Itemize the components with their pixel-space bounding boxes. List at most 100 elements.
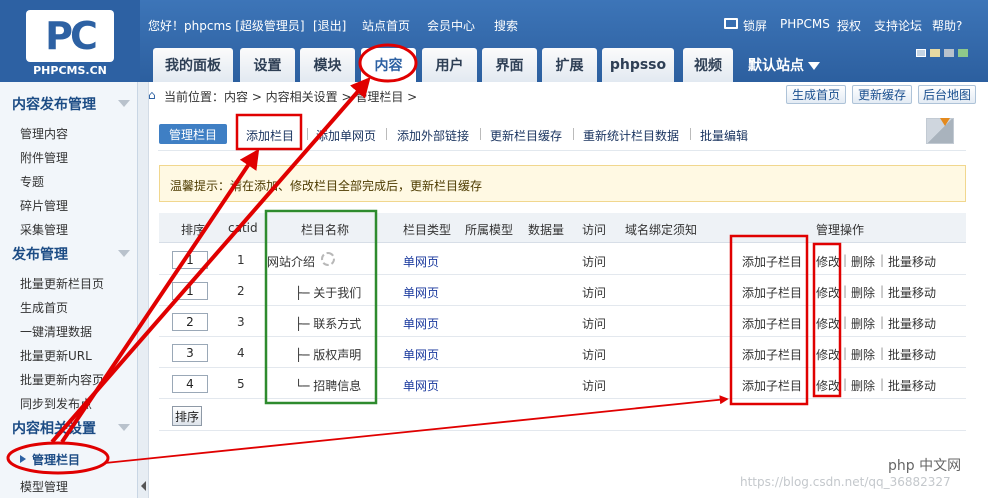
sidebar-collapse-bar[interactable]: [138, 82, 149, 498]
theme-swatch-gray[interactable]: [944, 49, 954, 57]
sidebar-item-model-manage[interactable]: 模型管理: [20, 478, 68, 495]
sidebar-item-sync-publish[interactable]: 同步到发布点: [20, 395, 92, 412]
visit-link[interactable]: 访问: [582, 346, 606, 363]
sort-input[interactable]: 4: [172, 375, 208, 393]
member-center-link[interactable]: 会员中心: [427, 17, 475, 34]
chevron-down-icon[interactable]: [118, 100, 130, 107]
edit-link[interactable]: 修改: [816, 284, 840, 301]
theme-swatch-green[interactable]: [958, 49, 968, 57]
site-selector[interactable]: 默认站点: [748, 55, 820, 75]
col-header-count: 数据量: [528, 223, 565, 237]
visit-link[interactable]: 访问: [582, 315, 606, 332]
sort-input[interactable]: 1: [172, 251, 208, 269]
sidebar-item-batch-update-content[interactable]: 批量更新内容页: [20, 371, 104, 388]
generate-home-button[interactable]: 生成首页: [786, 85, 846, 104]
sidebar-item-manage-content[interactable]: 管理内容: [20, 125, 68, 142]
tab-modules[interactable]: 模块: [300, 48, 355, 82]
chevron-down-icon[interactable]: [118, 250, 130, 257]
delete-link[interactable]: 删除: [851, 253, 875, 270]
delete-link[interactable]: 删除: [851, 284, 875, 301]
subnav-update-category-cache[interactable]: 更新栏目缓存: [490, 127, 562, 144]
subnav-manage-category[interactable]: 管理栏目: [159, 124, 227, 144]
sidebar-item-fragments[interactable]: 碎片管理: [20, 197, 68, 214]
sidebar-item-manage-category[interactable]: 管理栏目: [32, 451, 80, 468]
edit-link[interactable]: 修改: [816, 346, 840, 363]
sort-input[interactable]: 2: [172, 313, 208, 331]
batch-move-link[interactable]: 批量移动: [888, 284, 936, 301]
monitor-icon[interactable]: [724, 18, 738, 29]
sort-button[interactable]: 排序: [172, 406, 202, 426]
category-type-link[interactable]: 单网页: [403, 346, 439, 363]
sort-input[interactable]: 1: [172, 282, 208, 300]
category-type-link[interactable]: 单网页: [403, 284, 439, 301]
batch-move-link[interactable]: 批量移动: [888, 315, 936, 332]
batch-move-link[interactable]: 批量移动: [888, 377, 936, 394]
edit-link[interactable]: 修改: [816, 253, 840, 270]
sidebar-item-attachments[interactable]: 附件管理: [20, 149, 68, 166]
add-child-link[interactable]: 添加子栏目: [742, 253, 802, 270]
sidebar-item-generate-home[interactable]: 生成首页: [20, 299, 68, 316]
add-child-link[interactable]: 添加子栏目: [742, 315, 802, 332]
gear-icon[interactable]: [321, 252, 335, 266]
category-type-link[interactable]: 单网页: [403, 377, 439, 394]
subnav-add-single-page[interactable]: 添加单网页: [316, 127, 376, 144]
sidebar-item-batch-update-category[interactable]: 批量更新栏目页: [20, 275, 104, 292]
help-link[interactable]: 帮助?: [932, 17, 962, 34]
notice-box: 温馨提示：请在添加、修改栏目全部完成后，更新栏目缓存: [159, 165, 966, 202]
home-icon[interactable]: ⌂: [148, 89, 160, 101]
subnav-add-category[interactable]: 添加栏目: [246, 127, 294, 144]
delete-link[interactable]: 删除: [851, 346, 875, 363]
tab-video[interactable]: 视频: [683, 48, 733, 82]
tab-my-panel[interactable]: 我的面板: [153, 48, 233, 82]
update-cache-button[interactable]: 更新缓存: [852, 85, 912, 104]
subnav-recount-category-data[interactable]: 重新统计栏目数据: [583, 127, 679, 144]
tab-extensions[interactable]: 扩展: [542, 48, 597, 82]
site-home-link[interactable]: 站点首页: [362, 17, 410, 34]
divider: [307, 128, 308, 140]
backend-map-button[interactable]: 后台地图: [918, 85, 976, 104]
edit-link[interactable]: 修改: [816, 377, 840, 394]
search-link[interactable]: 搜索: [494, 17, 518, 34]
divider: |: [843, 315, 848, 329]
col-header-domain: 域名绑定须知: [625, 223, 698, 237]
visit-link[interactable]: 访问: [582, 377, 606, 394]
sidebar-item-clean-data[interactable]: 一键清理数据: [20, 323, 92, 340]
subnav-batch-edit[interactable]: 批量编辑: [700, 127, 748, 144]
visit-link[interactable]: 访问: [582, 284, 606, 301]
divider: |: [843, 253, 848, 267]
delete-link[interactable]: 删除: [851, 315, 875, 332]
sidebar-item-topics[interactable]: 专题: [20, 173, 44, 190]
divider: |: [880, 377, 885, 391]
sort-input[interactable]: 3: [172, 344, 208, 362]
add-child-link[interactable]: 添加子栏目: [742, 377, 802, 394]
delete-link[interactable]: 删除: [851, 377, 875, 394]
tab-settings[interactable]: 设置: [240, 48, 295, 82]
category-name: └─ 招聘信息: [295, 379, 362, 393]
add-child-link[interactable]: 添加子栏目: [742, 346, 802, 363]
category-type-link[interactable]: 单网页: [403, 253, 439, 270]
logout-link[interactable]: [退出]: [313, 17, 346, 34]
tab-users[interactable]: 用户: [422, 48, 477, 82]
support-forum-link[interactable]: 支持论坛: [874, 17, 922, 34]
tab-interface[interactable]: 界面: [482, 48, 537, 82]
add-child-link[interactable]: 添加子栏目: [742, 284, 802, 301]
visit-link[interactable]: 访问: [582, 253, 606, 270]
theme-swatch-yellow[interactable]: [930, 49, 940, 57]
sidebar-item-batch-update-url[interactable]: 批量更新URL: [20, 347, 92, 364]
collapse-arrow-icon[interactable]: [141, 481, 146, 491]
phpcms-link[interactable]: PHPCMS: [780, 17, 830, 31]
batch-move-link[interactable]: 批量移动: [888, 253, 936, 270]
tab-content[interactable]: 内容: [361, 48, 416, 82]
divider: [573, 128, 574, 140]
subnav-add-external-link[interactable]: 添加外部链接: [397, 127, 469, 144]
edit-link[interactable]: 修改: [816, 315, 840, 332]
logo-area[interactable]: PC PHPCMS.CN: [0, 0, 140, 82]
batch-move-link[interactable]: 批量移动: [888, 346, 936, 363]
license-link[interactable]: 授权: [837, 17, 861, 34]
tab-phpsso[interactable]: phpsso: [602, 48, 674, 82]
sidebar-item-collection[interactable]: 采集管理: [20, 221, 68, 238]
category-type-link[interactable]: 单网页: [403, 315, 439, 332]
theme-swatch-blue[interactable]: [916, 49, 926, 57]
chevron-down-icon[interactable]: [118, 424, 130, 431]
lock-screen-link[interactable]: 锁屏: [743, 17, 767, 34]
